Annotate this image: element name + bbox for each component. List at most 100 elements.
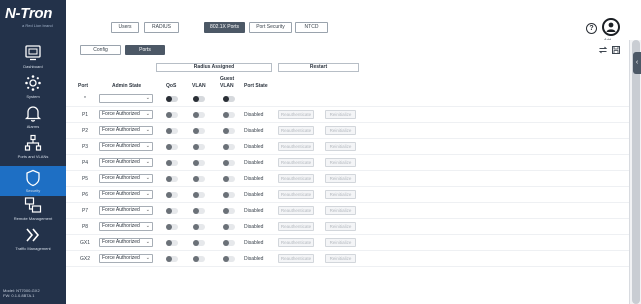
guest-vlan-toggle[interactable] xyxy=(223,144,235,150)
qos-toggle[interactable] xyxy=(166,176,178,182)
reinitialize-button[interactable]: Reinitialize xyxy=(325,126,356,135)
qos-toggle[interactable] xyxy=(166,208,178,214)
qos-toggle[interactable] xyxy=(166,192,178,198)
admin-state-select[interactable]: Force Authorized ⌄ xyxy=(99,206,153,215)
chevron-down-icon: ⌄ xyxy=(145,223,150,229)
vlan-toggle[interactable] xyxy=(193,256,205,262)
tab-802-1x-ports[interactable]: 802.1X Ports xyxy=(204,22,245,33)
admin-state-select[interactable]: Force Authorized ⌄ xyxy=(99,190,153,199)
chevron-down-icon: ⌄ xyxy=(145,111,150,117)
chevron-down-icon: ⌄ xyxy=(145,191,150,197)
guest-vlan-toggle[interactable] xyxy=(223,240,235,246)
qos-toggle[interactable] xyxy=(166,96,178,102)
reinitialize-button[interactable]: Reinitialize xyxy=(325,110,356,119)
collapse-panel-button[interactable]: ‹ xyxy=(633,52,641,74)
vlan-toggle[interactable] xyxy=(193,224,205,230)
reauthenticate-button[interactable]: Reauthenticate xyxy=(278,174,314,183)
admin-state-select[interactable]: Force Authorized ⌄ xyxy=(99,158,153,167)
guest-vlan-toggle[interactable] xyxy=(223,192,235,198)
port-state-value: Disabled xyxy=(244,112,264,118)
guest-vlan-toggle[interactable] xyxy=(223,112,235,118)
reauthenticate-button[interactable]: Reauthenticate xyxy=(278,110,314,119)
reauthenticate-button[interactable]: Reauthenticate xyxy=(278,126,314,135)
reinitialize-button[interactable]: Reinitialize xyxy=(325,222,356,231)
scrollbar-thumb[interactable] xyxy=(632,40,640,304)
vlan-toggle[interactable] xyxy=(193,192,205,198)
vlan-toggle[interactable] xyxy=(193,240,205,246)
port-state-value: Disabled xyxy=(244,208,264,214)
vlan-toggle[interactable] xyxy=(193,96,205,102)
qos-toggle[interactable] xyxy=(166,144,178,150)
save-icon[interactable] xyxy=(611,45,621,55)
admin-state-select[interactable]: Force Authorized ⌄ xyxy=(99,222,153,231)
qos-toggle[interactable] xyxy=(166,128,178,134)
tab-port-security[interactable]: Port Security xyxy=(249,22,292,33)
port-state-value: Disabled xyxy=(244,192,264,198)
reauthenticate-button[interactable]: Reauthenticate xyxy=(278,190,314,199)
help-icon[interactable]: ? xyxy=(586,23,597,34)
table-row: GX1 Force Authorized ⌄ Disabled Reauthentica… xyxy=(66,235,629,251)
guest-vlan-toggle[interactable] xyxy=(223,160,235,166)
sidebar-item-alarms[interactable]: Alarms xyxy=(0,104,66,134)
qos-toggle[interactable] xyxy=(166,240,178,246)
user-avatar-icon[interactable] xyxy=(602,18,620,36)
logo[interactable]: N-Tron a Red Lion brand xyxy=(0,0,66,38)
admin-state-select[interactable]: ⌄ xyxy=(99,94,153,103)
reauthenticate-button[interactable]: Reauthenticate xyxy=(278,206,314,215)
vlan-toggle[interactable] xyxy=(193,144,205,150)
guest-vlan-toggle[interactable] xyxy=(223,128,235,134)
admin-state-select[interactable]: Force Authorized ⌄ xyxy=(99,126,153,135)
reinitialize-button[interactable]: Reinitialize xyxy=(325,190,356,199)
table-row-all: * ⌄ xyxy=(66,91,629,107)
reinitialize-button[interactable]: Reinitialize xyxy=(325,174,356,183)
sidebar-item-traffic-management[interactable]: Traffic Management xyxy=(0,226,66,256)
reinitialize-button[interactable]: Reinitialize xyxy=(325,206,356,215)
restart-group-header: Restart xyxy=(278,63,359,72)
reauthenticate-button[interactable]: Reauthenticate xyxy=(278,254,314,263)
admin-state-select[interactable]: Force Authorized ⌄ xyxy=(99,174,153,183)
tab-users[interactable]: Users xyxy=(111,22,139,33)
vlan-toggle[interactable] xyxy=(193,128,205,134)
subtab-ports[interactable]: Ports xyxy=(125,45,165,55)
guest-vlan-toggle[interactable] xyxy=(223,256,235,262)
admin-state-select[interactable]: Force Authorized ⌄ xyxy=(99,238,153,247)
port-cell: P2 xyxy=(81,128,89,134)
qos-toggle[interactable] xyxy=(166,112,178,118)
sidebar-item-label: Alarms xyxy=(26,124,40,129)
admin-state-select[interactable]: Force Authorized ⌄ xyxy=(99,110,153,119)
sidebar-item-system[interactable]: System xyxy=(0,74,66,104)
sidebar-item-ports-and-vlans[interactable]: Ports and VLANs xyxy=(0,134,66,164)
tab-radius[interactable]: RADIUS xyxy=(144,22,179,33)
tab-ntcd[interactable]: NTCD xyxy=(295,22,328,33)
shield-icon xyxy=(24,169,42,187)
port-cell: P4 xyxy=(81,160,89,166)
reauthenticate-button[interactable]: Reauthenticate xyxy=(278,142,314,151)
vlan-toggle[interactable] xyxy=(193,208,205,214)
reinitialize-button[interactable]: Reinitialize xyxy=(325,142,356,151)
vlan-toggle[interactable] xyxy=(193,160,205,166)
qos-toggle[interactable] xyxy=(166,256,178,262)
reauthenticate-button[interactable]: Reauthenticate xyxy=(278,238,314,247)
reinitialize-button[interactable]: Reinitialize xyxy=(325,158,356,167)
guest-vlan-toggle[interactable] xyxy=(223,208,235,214)
sidebar-item-security[interactable]: Security xyxy=(0,166,66,196)
refresh-icon[interactable] xyxy=(598,45,608,55)
guest-vlan-toggle[interactable] xyxy=(223,96,235,102)
qos-toggle[interactable] xyxy=(166,224,178,230)
vlan-toggle[interactable] xyxy=(193,112,205,118)
reauthenticate-button[interactable]: Reauthenticate xyxy=(278,222,314,231)
admin-state-select[interactable]: Force Authorized ⌄ xyxy=(99,254,153,263)
guest-vlan-toggle[interactable] xyxy=(223,176,235,182)
sidebar-item-remote-management[interactable]: Remote Management xyxy=(0,196,66,226)
reauthenticate-button[interactable]: Reauthenticate xyxy=(278,158,314,167)
reinitialize-button[interactable]: Reinitialize xyxy=(325,238,356,247)
guest-vlan-toggle[interactable] xyxy=(223,224,235,230)
vlan-toggle[interactable] xyxy=(193,176,205,182)
admin-state-select[interactable]: Force Authorized ⌄ xyxy=(99,142,153,151)
scrollbar[interactable] xyxy=(629,40,641,304)
sidebar-item-dashboard[interactable]: Dashboard xyxy=(0,44,66,74)
qos-toggle[interactable] xyxy=(166,160,178,166)
reinitialize-button[interactable]: Reinitialize xyxy=(325,254,356,263)
subtab-config[interactable]: Config xyxy=(80,45,121,55)
logo-subtitle: a Red Lion brand xyxy=(22,23,53,28)
